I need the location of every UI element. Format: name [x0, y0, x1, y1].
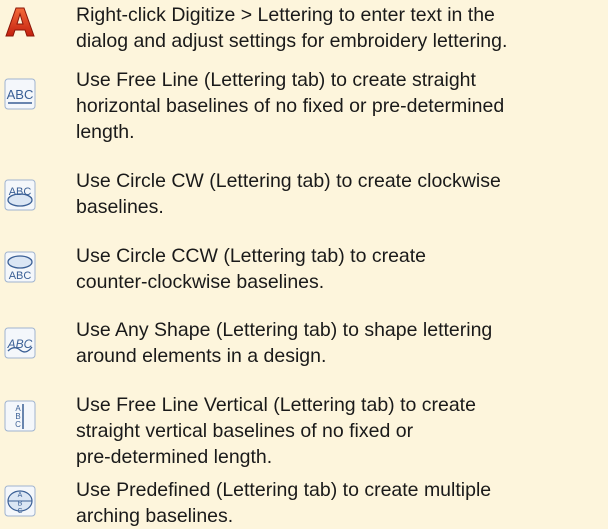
- tip-line: Use Predefined (Lettering tab) to create…: [76, 479, 492, 501]
- tip-line: Use Circle CW (Lettering tab) to create …: [76, 170, 501, 192]
- tip-line: pre-determined length.: [76, 446, 273, 468]
- tip-free-line-vertical-text: Use Free Line Vertical (Lettering tab) t…: [76, 392, 604, 470]
- tip-line: Use Free Line Vertical (Lettering tab) t…: [76, 394, 476, 416]
- tips-panel: Right-click Digitize > Lettering to ente…: [0, 0, 608, 529]
- svg-text:C: C: [17, 508, 22, 515]
- circle-cw-icon[interactable]: ABC: [4, 179, 36, 211]
- circle-ccw-icon[interactable]: ABC: [4, 251, 36, 283]
- tip-predefined-text: Use Predefined (Lettering tab) to create…: [76, 477, 604, 529]
- tip-line: baselines.: [76, 196, 164, 218]
- tip-line: dialog and adjust settings for embroider…: [76, 30, 508, 52]
- tip-line: Right-click Digitize > Lettering to ente…: [76, 4, 495, 26]
- tip-lettering-text: Right-click Digitize > Lettering to ente…: [76, 2, 604, 54]
- free-line-vertical-icon[interactable]: A B C: [4, 400, 36, 432]
- free-line-icon-label: ABC: [7, 87, 34, 102]
- predefined-icon[interactable]: A B C: [4, 485, 36, 517]
- tip-line: Use Free Line (Lettering tab) to create …: [76, 69, 476, 91]
- tip-line: straight vertical baselines of no fixed …: [76, 420, 414, 442]
- circle-cw-icon-label: ABC: [9, 186, 32, 198]
- tip-line: around elements in a design.: [76, 345, 327, 367]
- any-shape-icon[interactable]: ABC: [4, 327, 36, 359]
- svg-text:C: C: [15, 420, 21, 429]
- tip-circle-cw-text: Use Circle CW (Lettering tab) to create …: [76, 168, 604, 220]
- tip-line: arching baselines.: [76, 505, 234, 527]
- tip-any-shape-text: Use Any Shape (Lettering tab) to shape l…: [76, 317, 604, 369]
- tip-line: length.: [76, 121, 135, 143]
- tip-line: horizontal baselines of no fixed or pre-…: [76, 95, 505, 117]
- tip-free-line-text: Use Free Line (Lettering tab) to create …: [76, 67, 604, 145]
- tip-line: Use Any Shape (Lettering tab) to shape l…: [76, 319, 493, 341]
- svg-text:A: A: [18, 492, 23, 499]
- circle-ccw-icon-label: ABC: [9, 270, 32, 282]
- lettering-a-icon[interactable]: [4, 6, 36, 38]
- tip-line: Use Circle CCW (Lettering tab) to create: [76, 245, 427, 267]
- free-line-icon[interactable]: ABC: [4, 78, 36, 110]
- tip-circle-ccw-text: Use Circle CCW (Lettering tab) to create…: [76, 243, 604, 295]
- tip-line: counter-clockwise baselines.: [76, 271, 325, 293]
- svg-text:B: B: [18, 501, 23, 508]
